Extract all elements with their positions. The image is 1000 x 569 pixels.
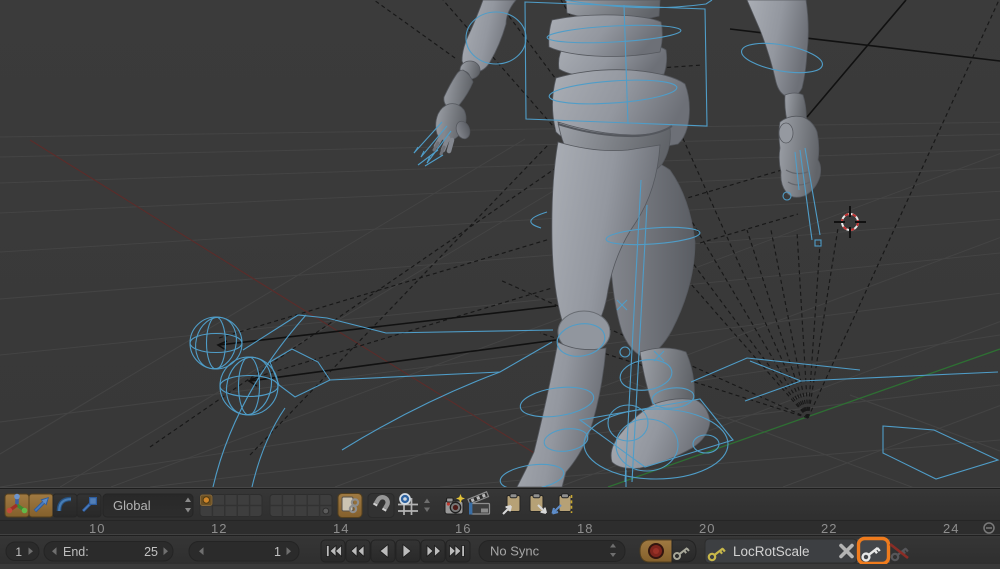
svg-text:Global: Global	[113, 498, 151, 513]
svg-text:End:: End:	[63, 545, 89, 559]
svg-text:1: 1	[274, 545, 281, 559]
svg-text:25: 25	[144, 545, 158, 559]
svg-text:1: 1	[15, 545, 22, 559]
svg-text:No Sync: No Sync	[490, 544, 540, 559]
svg-text:LocRotScale: LocRotScale	[733, 544, 810, 559]
